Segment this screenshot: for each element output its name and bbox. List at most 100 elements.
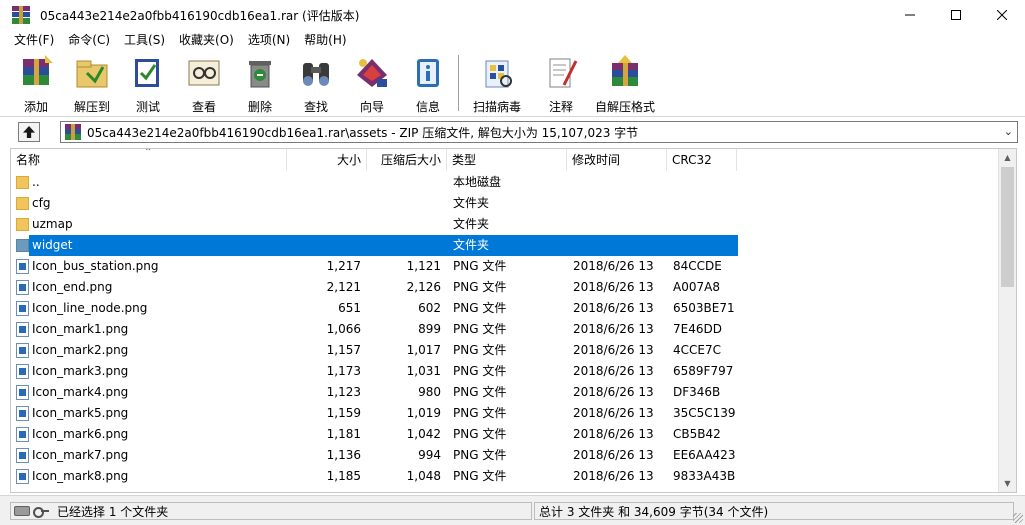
cell-crc32: CB5B42 bbox=[673, 427, 721, 441]
column-packed-label: 压缩后大小 bbox=[380, 153, 441, 167]
comment-button[interactable]: 注释 bbox=[539, 50, 583, 115]
cell-packed-size: 994 bbox=[418, 448, 441, 462]
cell-size: 2,121 bbox=[326, 280, 361, 294]
add-archive-icon bbox=[17, 55, 55, 91]
table-row[interactable]: Icon_mark3.png 1,173 1,031 PNG 文件 2018/6/26 … bbox=[11, 361, 999, 382]
view-button[interactable]: 查看 bbox=[182, 50, 226, 115]
status-selection-text: 已经选择 1 个文件夹 bbox=[57, 504, 169, 519]
cell-packed-size: 1,019 bbox=[406, 406, 441, 420]
cell-type: 本地磁盘 bbox=[453, 175, 502, 189]
test-label: 测试 bbox=[135, 100, 160, 114]
cell-crc32: 7E46DD bbox=[673, 322, 722, 336]
column-crc32[interactable]: CRC32 bbox=[667, 149, 737, 171]
cell-name: Icon_end.png bbox=[11, 277, 287, 298]
toolbar: 添加 解压到 测试 查看 删除 查找 向导 信息 扫描病毒 注释 自解压格式 bbox=[0, 50, 1025, 116]
table-row[interactable]: cfg 文件夹 bbox=[11, 193, 999, 214]
file-rows: .. 本地磁盘 cfg 文件夹 uzmap 文件夹 widget 文件夹 Icon_bus_st… bbox=[11, 172, 999, 487]
scroll-up-icon[interactable]: ▲ bbox=[999, 149, 1016, 166]
info-button[interactable]: 信息 bbox=[406, 50, 450, 115]
file-name: uzmap bbox=[32, 217, 73, 231]
table-row[interactable]: Icon_mark8.png 1,185 1,048 PNG 文件 2018/6/26 … bbox=[11, 466, 999, 487]
table-row[interactable]: .. 本地磁盘 bbox=[11, 172, 999, 193]
status-selection-panel: 已经选择 1 个文件夹 bbox=[10, 502, 532, 520]
cell-modified: 2018/6/26 13 bbox=[573, 364, 654, 378]
column-type[interactable]: 类型 bbox=[447, 149, 567, 171]
info-icon bbox=[409, 55, 447, 91]
delete-label: 删除 bbox=[247, 100, 272, 114]
table-row[interactable]: uzmap 文件夹 bbox=[11, 214, 999, 235]
folder-icon bbox=[16, 239, 29, 252]
cell-packed-size: 1,121 bbox=[406, 259, 441, 273]
cell-size bbox=[287, 193, 367, 214]
menu-help[interactable]: 帮助(H) bbox=[297, 30, 353, 50]
sfx-label: 自解压格式 bbox=[595, 100, 656, 114]
cell-modified bbox=[567, 235, 667, 256]
delete-button[interactable]: 删除 bbox=[238, 50, 282, 115]
folder-icon bbox=[16, 176, 29, 189]
cell-crc32: EE6AA423 bbox=[673, 448, 736, 462]
png-file-icon bbox=[16, 406, 29, 421]
cell-crc32 bbox=[667, 214, 737, 235]
column-modified[interactable]: 修改时间 bbox=[567, 149, 667, 171]
find-button[interactable]: 查找 bbox=[294, 50, 338, 115]
cell-name: widget bbox=[11, 235, 287, 256]
menu-favorites[interactable]: 收藏夹(O) bbox=[172, 30, 241, 50]
close-button[interactable] bbox=[979, 0, 1025, 30]
column-name[interactable]: 名称 ⌃ bbox=[11, 149, 287, 171]
table-row[interactable]: widget 文件夹 bbox=[11, 235, 999, 256]
menu-file[interactable]: 文件(F) bbox=[0, 30, 61, 50]
test-button[interactable]: 测试 bbox=[126, 50, 170, 115]
table-row[interactable]: Icon_line_node.png 651 602 PNG 文件 2018/6/26 … bbox=[11, 298, 999, 319]
table-row[interactable]: Icon_mark7.png 1,136 994 PNG 文件 2018/6/26 13… bbox=[11, 445, 999, 466]
cell-name: Icon_mark4.png bbox=[11, 382, 287, 403]
scrollbar-thumb[interactable] bbox=[1001, 167, 1014, 287]
cell-name: Icon_mark6.png bbox=[11, 424, 287, 445]
cell-size bbox=[287, 172, 367, 193]
chevron-down-icon[interactable]: ⌄ bbox=[1004, 125, 1013, 138]
cell-type: PNG 文件 bbox=[453, 427, 507, 441]
cell-type: 文件夹 bbox=[453, 238, 490, 252]
drive-icon bbox=[14, 506, 30, 516]
cell-modified: 2018/6/26 13 bbox=[573, 259, 654, 273]
cell-name: Icon_bus_station.png bbox=[11, 256, 287, 277]
file-name: Icon_mark2.png bbox=[32, 343, 129, 357]
wizard-icon bbox=[353, 55, 391, 91]
table-row[interactable]: Icon_bus_station.png 1,217 1,121 PNG 文件 2018… bbox=[11, 256, 999, 277]
cell-crc32: A007A8 bbox=[673, 280, 720, 294]
table-row[interactable]: Icon_mark2.png 1,157 1,017 PNG 文件 2018/6/26 … bbox=[11, 340, 999, 361]
menu-options[interactable]: 选项(N) bbox=[241, 30, 297, 50]
column-packed[interactable]: 压缩后大小 bbox=[367, 149, 447, 171]
virus-scan-button[interactable]: 扫描病毒 bbox=[467, 50, 527, 115]
png-file-icon bbox=[16, 364, 29, 379]
cell-modified bbox=[567, 214, 667, 235]
cell-modified: 2018/6/26 13 bbox=[573, 469, 654, 483]
table-row[interactable]: Icon_end.png 2,121 2,126 PNG 文件 2018/6/26 13… bbox=[11, 277, 999, 298]
vertical-scrollbar[interactable]: ▲ ▼ bbox=[998, 149, 1016, 492]
extract-to-button[interactable]: 解压到 bbox=[70, 50, 114, 115]
wizard-button[interactable]: 向导 bbox=[350, 50, 394, 115]
add-button[interactable]: 添加 bbox=[14, 50, 58, 115]
path-dropdown[interactable]: 05ca443e214e2a0fbb416190cdb16ea1.rar\ass… bbox=[60, 121, 1018, 143]
table-row[interactable]: Icon_mark6.png 1,181 1,042 PNG 文件 2018/6/26 … bbox=[11, 424, 999, 445]
cell-name: .. bbox=[11, 172, 287, 193]
minimize-button[interactable] bbox=[887, 0, 933, 30]
cell-type: PNG 文件 bbox=[453, 364, 507, 378]
menu-commands[interactable]: 命令(C) bbox=[61, 30, 117, 50]
menu-tools[interactable]: 工具(S) bbox=[117, 30, 172, 50]
resize-grip-icon[interactable] bbox=[1013, 513, 1023, 523]
up-one-level-button[interactable] bbox=[18, 122, 40, 142]
table-row[interactable]: Icon_mark1.png 1,066 899 PNG 文件 2018/6/26 13… bbox=[11, 319, 999, 340]
cell-modified bbox=[567, 193, 667, 214]
table-row[interactable]: Icon_mark4.png 1,123 980 PNG 文件 2018/6/26 13… bbox=[11, 382, 999, 403]
cell-crc32: 6503BE71 bbox=[673, 301, 735, 315]
virus-scan-icon bbox=[478, 55, 516, 91]
table-row[interactable]: Icon_mark5.png 1,159 1,019 PNG 文件 2018/6/26 … bbox=[11, 403, 999, 424]
cell-packed-size: 2,126 bbox=[406, 280, 441, 294]
png-file-icon bbox=[16, 448, 29, 463]
scroll-down-icon[interactable]: ▼ bbox=[999, 475, 1016, 492]
sfx-button[interactable]: 自解压格式 bbox=[595, 50, 655, 115]
column-size[interactable]: 大小 bbox=[287, 149, 367, 171]
folder-icon bbox=[16, 218, 29, 231]
png-file-icon bbox=[16, 322, 29, 337]
maximize-button[interactable] bbox=[933, 0, 979, 30]
